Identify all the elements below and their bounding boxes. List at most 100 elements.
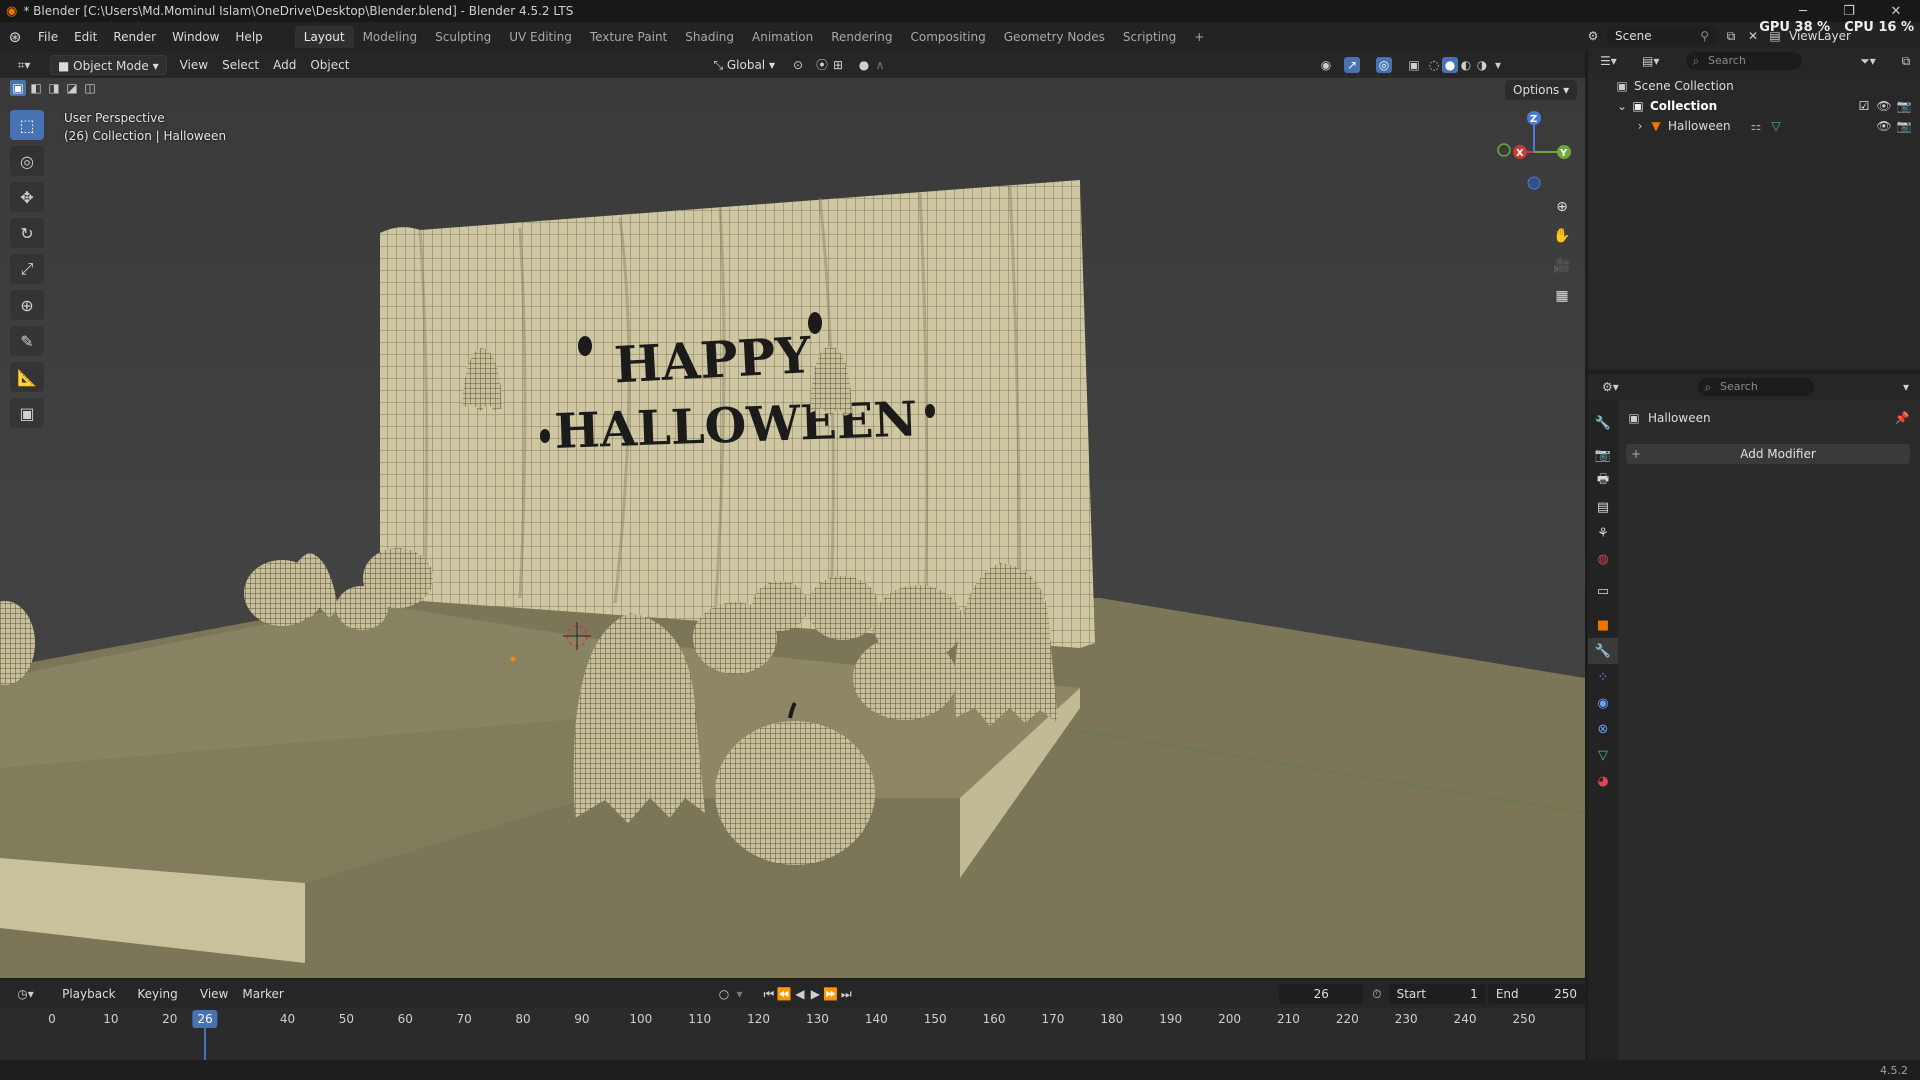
shading-options-icon[interactable]: ▾ xyxy=(1490,57,1506,73)
wireframe-shading-icon[interactable]: ◌ xyxy=(1426,57,1442,73)
add-modifier-button[interactable]: + Add Modifier xyxy=(1626,444,1910,464)
snap-target-icon[interactable]: ⊞ xyxy=(830,57,846,73)
expand-chevron-icon[interactable]: › xyxy=(1632,118,1648,134)
next-keyframe-icon[interactable]: ⏩ xyxy=(823,986,838,1002)
menu-view[interactable]: View xyxy=(173,55,215,75)
xray-toggle-icon[interactable]: ▣ xyxy=(1406,57,1422,73)
timeline-editor-icon[interactable]: ◷▾ xyxy=(12,986,39,1002)
select-invert-icon[interactable]: ◪ xyxy=(64,80,80,96)
eye-icon[interactable]: 👁 xyxy=(1876,98,1892,114)
prev-keyframe-icon[interactable]: ⏪ xyxy=(777,986,792,1002)
annotate-tool-icon[interactable]: ✎ xyxy=(10,326,44,356)
playhead[interactable] xyxy=(204,1028,207,1060)
menu-window[interactable]: Window xyxy=(164,26,227,48)
material-tab-icon[interactable]: ◕ xyxy=(1588,768,1618,794)
collapse-chevron-icon[interactable]: ⌄ xyxy=(1614,98,1630,114)
add-workspace-button[interactable]: + xyxy=(1185,26,1213,48)
tab-animation[interactable]: Animation xyxy=(743,26,822,48)
menu-timeline-view[interactable]: View xyxy=(193,984,235,1004)
overlay-toggle-icon[interactable]: ◎ xyxy=(1375,57,1392,73)
select-new-icon[interactable]: ▣ xyxy=(10,80,26,96)
pan-hand-icon[interactable]: ✋ xyxy=(1548,222,1576,250)
mesh-data-icon[interactable]: ▽ xyxy=(1768,118,1784,134)
physics-tab-icon[interactable]: ◉ xyxy=(1588,690,1618,716)
render-tab-icon[interactable]: 📷 xyxy=(1588,442,1618,468)
snap-icon[interactable]: ⦿ xyxy=(814,57,830,73)
rotate-tool-icon[interactable]: ↻ xyxy=(10,218,44,248)
menu-playback[interactable]: Playback ▾ xyxy=(55,984,130,1021)
current-frame-field[interactable]: 26 xyxy=(1279,984,1364,1004)
menu-keying[interactable]: Keying ▾ xyxy=(130,984,193,1021)
solid-shading-icon[interactable]: ● xyxy=(1441,57,1458,73)
end-frame-field[interactable]: End 250 xyxy=(1487,984,1586,1004)
exclude-checkbox-icon[interactable]: ☑ xyxy=(1856,98,1872,114)
falloff-icon[interactable]: ∧ xyxy=(872,57,888,73)
timeline[interactable]: 0 10 20 40 50 60 70 80 90 100 110 120 130 140 150 160 17… xyxy=(0,1008,1585,1060)
camera-view-icon[interactable]: 🎥 xyxy=(1548,252,1576,280)
display-mode-icon[interactable]: ▤▾ xyxy=(1642,53,1659,69)
select-subtract-icon[interactable]: ◨ xyxy=(46,80,62,96)
stopwatch-icon[interactable]: ⏱ xyxy=(1369,986,1384,1002)
keyframe-options-icon[interactable]: ▾ xyxy=(732,986,747,1002)
select-intersect-icon[interactable]: ◫ xyxy=(82,80,98,96)
play-icon[interactable]: ▶ xyxy=(808,986,823,1002)
output-tab-icon[interactable]: 🖶 xyxy=(1588,468,1618,494)
start-frame-field[interactable]: Start 1 xyxy=(1388,984,1486,1004)
view-layer-tab-icon[interactable]: ▤ xyxy=(1588,494,1618,520)
pin-icon[interactable]: ⚲ xyxy=(1700,26,1709,46)
axis-gizmo[interactable]: Z Y X xyxy=(1490,108,1580,198)
modifiers-tab-icon[interactable]: 🔧 xyxy=(1588,638,1618,664)
collection-tab-icon[interactable]: ▭ xyxy=(1588,578,1618,604)
mode-dropdown[interactable]: ■ Object Mode ▾ xyxy=(50,55,167,75)
world-tab-icon[interactable]: ◍ xyxy=(1588,546,1618,572)
menu-edit[interactable]: Edit xyxy=(66,26,105,48)
transform-tool-icon[interactable]: ⊕ xyxy=(10,290,44,320)
select-extend-icon[interactable]: ◧ xyxy=(28,80,44,96)
current-frame-badge[interactable]: 26 xyxy=(192,1010,218,1028)
modifier-icon[interactable]: ⚏ xyxy=(1748,118,1764,134)
tab-geometry-nodes[interactable]: Geometry Nodes xyxy=(995,26,1114,48)
new-collection-icon[interactable]: ⧉ xyxy=(1898,53,1914,69)
select-box-tool-icon[interactable]: ⬚ xyxy=(10,110,44,140)
add-cube-tool-icon[interactable]: ▣ xyxy=(10,398,44,428)
outliner-row-halloween[interactable]: › ▼ Halloween ⚏ ▽ 👁 📷 xyxy=(1588,116,1920,136)
menu-render[interactable]: Render xyxy=(105,26,164,48)
menu-select[interactable]: Select xyxy=(215,55,266,75)
menu-object[interactable]: Object xyxy=(303,55,356,75)
eye-icon[interactable]: 👁 xyxy=(1876,118,1892,134)
navigation-gizmo[interactable]: Z Y X xyxy=(1490,108,1580,198)
tab-scripting[interactable]: Scripting xyxy=(1114,26,1185,48)
editor-type-icon[interactable]: ⌗▾ xyxy=(10,57,38,73)
particles-tab-icon[interactable]: ⁘ xyxy=(1588,664,1618,690)
scene-icon[interactable]: ⚙ xyxy=(1585,28,1601,44)
orientation-dropdown[interactable]: ⤡ Global ▾ xyxy=(706,55,782,75)
pivot-icon[interactable]: ⊙ xyxy=(790,57,806,73)
scale-tool-icon[interactable]: ⤢ xyxy=(10,254,44,284)
material-shading-icon[interactable]: ◐ xyxy=(1458,57,1474,73)
properties-options-icon[interactable]: ▾ xyxy=(1898,379,1914,395)
jump-end-icon[interactable]: ⏭ xyxy=(839,986,854,1002)
menu-add[interactable]: Add xyxy=(266,55,303,75)
rendered-shading-icon[interactable]: ◑ xyxy=(1474,57,1490,73)
jump-start-icon[interactable]: ⏮ xyxy=(761,986,776,1002)
tab-modeling[interactable]: Modeling xyxy=(354,26,427,48)
render-camera-icon[interactable]: 📷 xyxy=(1896,118,1912,134)
outliner-row-collection[interactable]: ⌄ ▣ Collection ☑ 👁 📷 xyxy=(1588,96,1920,116)
menu-help[interactable]: Help xyxy=(227,26,270,48)
object-tab-icon[interactable]: ■ xyxy=(1588,612,1618,638)
tab-shading[interactable]: Shading xyxy=(676,26,743,48)
properties-editor-icon[interactable]: ⚙▾ xyxy=(1602,379,1619,395)
3d-viewport[interactable]: HAPPY HALLOWEEN xyxy=(0,78,1585,978)
tab-sculpting[interactable]: Sculpting xyxy=(426,26,500,48)
outliner-row-scene-collection[interactable]: ▣ Scene Collection xyxy=(1588,76,1920,96)
render-camera-icon[interactable]: 📷 xyxy=(1896,98,1912,114)
menu-file[interactable]: File xyxy=(30,26,66,48)
scene-tab-icon[interactable]: ⚘ xyxy=(1588,520,1618,546)
proportional-edit-icon[interactable]: ● xyxy=(856,57,872,73)
menu-marker[interactable]: Marker xyxy=(235,984,290,1004)
zoom-icon[interactable]: ⊕ xyxy=(1548,193,1576,221)
visibility-icon[interactable]: ◉ xyxy=(1318,57,1334,73)
move-tool-icon[interactable]: ✥ xyxy=(10,182,44,212)
filter-icon[interactable]: ⏷▾ xyxy=(1860,53,1876,69)
pin-icon[interactable]: 📌 xyxy=(1894,410,1910,426)
